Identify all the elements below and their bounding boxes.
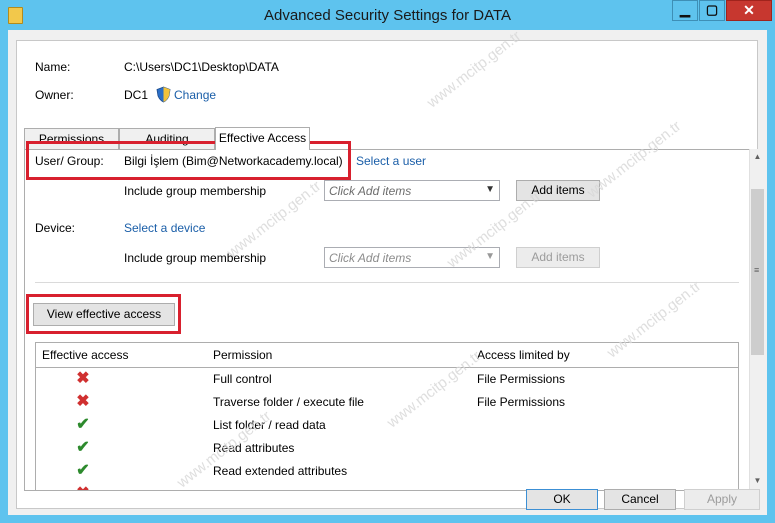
- minimize-button[interactable]: ▁: [672, 0, 698, 21]
- name-value: C:\Users\DC1\Desktop\DATA: [124, 60, 279, 74]
- close-icon: ✕: [743, 2, 755, 18]
- view-effective-access-button[interactable]: View effective access: [33, 303, 175, 326]
- table-row[interactable]: ✖ Full control File Permissions: [36, 368, 738, 391]
- deny-x-icon: ✖: [76, 393, 90, 410]
- device-combo-placeholder: Click Add items: [329, 251, 412, 265]
- table-row[interactable]: ✖ Traverse folder / execute file File Pe…: [36, 391, 738, 414]
- allow-check-icon: ✔: [76, 439, 90, 456]
- col-permission[interactable]: Permission: [213, 348, 272, 362]
- user-add-items-button[interactable]: Add items: [516, 180, 600, 201]
- permission-cell: Read attributes: [213, 441, 295, 455]
- table-row[interactable]: ✔ Read attributes: [36, 437, 738, 460]
- select-device-link[interactable]: Select a device: [124, 221, 205, 235]
- advanced-security-window: Advanced Security Settings for DATA ▁ ▢ …: [0, 0, 775, 523]
- permission-cell: Read extended attributes: [213, 464, 348, 478]
- dialog-client: Name: C:\Users\DC1\Desktop\DATA Owner: D…: [8, 28, 767, 515]
- device-include-group-label: Include group membership: [124, 251, 267, 265]
- user-group-combo[interactable]: Click Add items ▼: [324, 180, 500, 201]
- user-include-group-label: Include group membership: [124, 184, 267, 198]
- close-button[interactable]: ✕: [726, 0, 772, 21]
- section-divider: [35, 282, 739, 283]
- device-add-items-button[interactable]: Add items: [516, 247, 600, 268]
- permission-cell: Full control: [213, 372, 272, 386]
- apply-button[interactable]: Apply: [684, 489, 760, 510]
- maximize-button[interactable]: ▢: [699, 0, 725, 21]
- owner-label: Owner:: [35, 88, 74, 102]
- chevron-down-icon: ▼: [485, 184, 495, 195]
- grip-icon: ≡: [754, 265, 760, 275]
- permission-cell: List folder / read data: [213, 418, 326, 432]
- device-label: Device:: [35, 221, 76, 235]
- cancel-button[interactable]: Cancel: [604, 489, 676, 510]
- table-row[interactable]: ✔ List folder / read data: [36, 414, 738, 437]
- table-header: Effective access Permission Access limit…: [36, 343, 738, 368]
- col-access-limited-by[interactable]: Access limited by: [477, 348, 570, 362]
- scroll-down-icon[interactable]: ▼: [750, 473, 765, 489]
- ok-button[interactable]: OK: [526, 489, 598, 510]
- uac-shield-icon: [156, 86, 171, 103]
- watermark: www.mcitp.gen.tr: [423, 27, 525, 112]
- deny-x-icon: ✖: [76, 370, 90, 387]
- vertical-scrollbar[interactable]: ▲ ≡ ▼: [749, 149, 765, 489]
- scroll-thumb[interactable]: ≡: [751, 189, 764, 355]
- limited-by-cell: File Permissions: [477, 372, 566, 386]
- user-combo-placeholder: Click Add items: [329, 184, 412, 198]
- deny-x-icon: ✖: [74, 485, 92, 490]
- limited-by-cell: File Permissions: [477, 395, 566, 409]
- title-bar[interactable]: Advanced Security Settings for DATA ▁ ▢ …: [0, 0, 775, 30]
- tab-effective-access[interactable]: Effective Access: [215, 127, 310, 150]
- col-effective-access[interactable]: Effective access: [42, 348, 128, 362]
- device-group-combo[interactable]: Click Add items ▼: [324, 247, 500, 268]
- chevron-down-icon: ▼: [485, 251, 495, 262]
- owner-value: DC1: [124, 88, 149, 102]
- effective-access-table: Effective access Permission Access limit…: [35, 342, 739, 491]
- table-row[interactable]: ✔ Read extended attributes: [36, 460, 738, 483]
- change-owner-link[interactable]: Change: [174, 88, 216, 102]
- allow-check-icon: ✔: [76, 416, 90, 433]
- name-label: Name:: [35, 60, 71, 74]
- permission-cell: Traverse folder / execute file: [213, 395, 364, 409]
- content-area: Name: C:\Users\DC1\Desktop\DATA Owner: D…: [16, 28, 765, 509]
- allow-check-icon: ✔: [76, 462, 90, 479]
- maximize-icon: ▢: [705, 2, 719, 17]
- scroll-up-icon[interactable]: ▲: [750, 149, 765, 165]
- select-user-link[interactable]: Select a user: [356, 154, 426, 168]
- minimize-icon: ▁: [680, 2, 690, 17]
- window-title: Advanced Security Settings for DATA: [263, 7, 512, 24]
